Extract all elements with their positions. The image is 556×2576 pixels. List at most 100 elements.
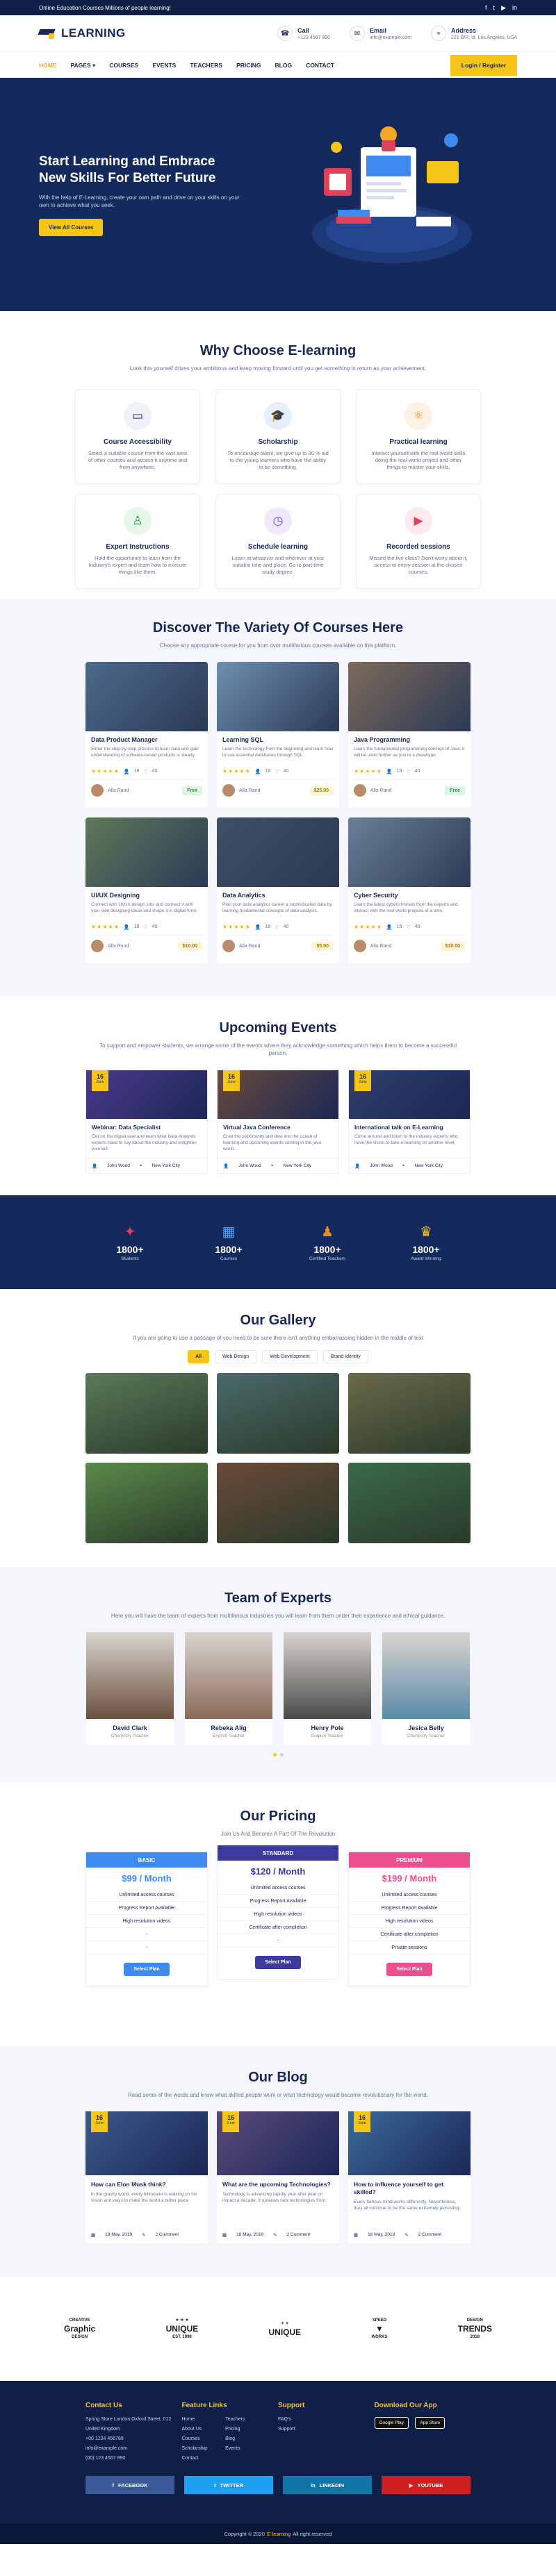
- post-image[interactable]: 16 June: [85, 2111, 208, 2175]
- gallery-filter-tab[interactable]: All: [188, 1350, 210, 1363]
- post-title[interactable]: How can Elon Musk think?: [91, 2181, 202, 2188]
- team-member-card[interactable]: Rebeka Alig English Teacher: [185, 1632, 272, 1745]
- nav-pages[interactable]: PAGES ▾: [71, 62, 96, 69]
- footer-link[interactable]: Teachers: [225, 2415, 245, 2425]
- contact-address[interactable]: ⌖ Address 221 B/R, st. Los Angeles, USA: [431, 26, 517, 41]
- event-title[interactable]: International talk on E-Learning: [354, 1124, 464, 1131]
- app-store-button[interactable]: App Store: [415, 2417, 445, 2429]
- blog-post-card[interactable]: 16 June How to influence yourself to get s…: [348, 2111, 471, 2243]
- course-card[interactable]: Java Programming Learn the fundamental pr…: [348, 662, 471, 808]
- footer-link[interactable]: Contact: [182, 2454, 208, 2463]
- gallery-image[interactable]: [348, 1373, 471, 1454]
- nav-pricing[interactable]: PRICING: [236, 62, 261, 69]
- linkedin-icon[interactable]: in: [512, 4, 517, 12]
- facebook-icon[interactable]: f: [485, 4, 487, 12]
- view-courses-button[interactable]: View All Courses: [39, 218, 104, 236]
- partner-logo[interactable]: SPEED ▼ WORKS: [371, 2317, 387, 2341]
- event-image[interactable]: 16 June: [86, 1070, 207, 1119]
- event-image[interactable]: 16 June: [349, 1070, 470, 1119]
- carousel-dot[interactable]: [279, 1753, 284, 1756]
- course-title[interactable]: Cyber Security: [354, 892, 465, 899]
- feature-card[interactable]: 🎓 Scholarship To encourage talent, we give…: [215, 389, 341, 484]
- course-card[interactable]: Data Analytics Plan your data analytics c…: [217, 817, 339, 963]
- gallery-image[interactable]: [85, 1373, 208, 1454]
- course-title[interactable]: Data Analytics: [222, 892, 334, 899]
- logo[interactable]: LEARNING: [38, 26, 126, 40]
- youtube-icon[interactable]: ▶: [501, 4, 506, 12]
- course-image[interactable]: [217, 662, 339, 731]
- post-title[interactable]: What are the upcoming Technologies?: [222, 2181, 334, 2188]
- course-image[interactable]: [85, 662, 208, 731]
- post-comments[interactable]: 2 Comment: [156, 2232, 179, 2238]
- gallery-filter-tab[interactable]: Web Development: [262, 1350, 318, 1363]
- course-card[interactable]: Data Product Manager Either the step-by-s…: [85, 662, 208, 808]
- event-image[interactable]: 16 June: [218, 1070, 338, 1119]
- event-title[interactable]: Virtual Java Conference: [223, 1124, 333, 1131]
- footer-link[interactable]: Support: [278, 2425, 375, 2434]
- select-plan-button[interactable]: Select Plan: [124, 1963, 170, 1976]
- feature-card[interactable]: ⚛ Practical learning Interact yourself wit…: [356, 389, 481, 484]
- event-card[interactable]: 16 June Webinar: Data Specialist Get on the…: [85, 1070, 208, 1174]
- blog-post-card[interactable]: 16 June How can Elon Musk think? In the gra…: [85, 2111, 208, 2243]
- blog-post-card[interactable]: 16 June What are the upcoming Technologies…: [217, 2111, 339, 2243]
- gallery-image[interactable]: [217, 1373, 339, 1454]
- post-comments[interactable]: 2 Comment: [287, 2232, 311, 2238]
- course-image[interactable]: [85, 817, 208, 887]
- event-title[interactable]: Webinar: Data Specialist: [92, 1124, 202, 1131]
- copyright-brand[interactable]: E-learning: [267, 2531, 291, 2537]
- nav-events[interactable]: EVENTS: [152, 62, 176, 69]
- google-play-button[interactable]: Google Play: [374, 2417, 409, 2429]
- course-title[interactable]: UI/UX Designing: [91, 892, 202, 899]
- nav-courses[interactable]: COURSES: [109, 62, 138, 69]
- footer-link[interactable]: About Us: [182, 2425, 208, 2434]
- footer-link[interactable]: FAQ's: [278, 2415, 375, 2425]
- footer-link[interactable]: Courses: [182, 2434, 208, 2444]
- select-plan-button[interactable]: Select Plan: [255, 1956, 301, 1969]
- gallery-image[interactable]: [85, 1463, 208, 1543]
- footer-link[interactable]: Events: [225, 2444, 245, 2454]
- course-image[interactable]: [348, 662, 471, 731]
- course-title[interactable]: Java Programming: [354, 736, 465, 743]
- social-button-linkedin[interactable]: in LINKEDIN: [283, 2476, 372, 2494]
- team-member-card[interactable]: Henry Pole English Teacher: [284, 1632, 371, 1745]
- carousel-dot[interactable]: [272, 1753, 277, 1756]
- feature-card[interactable]: ▭ Course Accessibility Select a suitable c…: [75, 389, 200, 484]
- feature-card[interactable]: ▶ Recorded sessions Missed the live class?…: [356, 494, 481, 589]
- partner-logo[interactable]: CREATIVE Graphic DESIGN: [64, 2317, 95, 2341]
- nav-home[interactable]: HOME: [39, 62, 57, 69]
- social-button-twitter[interactable]: t TWITTER: [184, 2476, 273, 2494]
- post-image[interactable]: 16 June: [217, 2111, 339, 2175]
- course-image[interactable]: [217, 817, 339, 887]
- course-image[interactable]: [348, 817, 471, 887]
- gallery-image[interactable]: [217, 1463, 339, 1543]
- gallery-filter-tab[interactable]: Brand Identity: [322, 1350, 368, 1363]
- footer-link[interactable]: Home: [182, 2415, 208, 2425]
- contact-email[interactable]: ✉ Email info@example.com: [350, 26, 411, 41]
- partner-logo[interactable]: DESIGN TRENDS 2018: [458, 2317, 492, 2341]
- login-register-button[interactable]: Login / Register: [450, 55, 517, 76]
- course-title[interactable]: Data Product Manager: [91, 736, 202, 743]
- footer-phone-alt[interactable]: (00) 123 4567 890: [85, 2454, 182, 2463]
- feature-card[interactable]: ◷ Schedule learning Learn at whatever and …: [215, 494, 341, 589]
- social-button-facebook[interactable]: f FACEBOOK: [85, 2476, 174, 2494]
- nav-teachers[interactable]: TEACHERS: [190, 62, 222, 69]
- event-card[interactable]: 16 June Virtual Java Conference Grab the op…: [217, 1070, 339, 1174]
- footer-email[interactable]: info@example.com: [85, 2444, 182, 2454]
- gallery-image[interactable]: [348, 1463, 471, 1543]
- select-plan-button[interactable]: Select Plan: [386, 1963, 432, 1976]
- partner-logo[interactable]: ★ ★ ★ UNIQUE EST. 1998: [166, 2317, 199, 2341]
- contact-call[interactable]: ☎ Call +123 4567 890: [277, 26, 330, 41]
- nav-contact[interactable]: CONTACT: [306, 62, 334, 69]
- course-card[interactable]: UI/UX Designing Connect with UI/UX design…: [85, 817, 208, 963]
- footer-link[interactable]: Pricing: [225, 2425, 245, 2434]
- feature-card[interactable]: ♙ Expert Instructions Hold the opportunity…: [75, 494, 200, 589]
- twitter-icon[interactable]: t: [493, 4, 496, 12]
- post-image[interactable]: 16 June: [348, 2111, 471, 2175]
- footer-link[interactable]: Blog: [225, 2434, 245, 2444]
- nav-blog[interactable]: BLOG: [275, 62, 293, 69]
- course-card[interactable]: Learning SQL Learn the technology from th…: [217, 662, 339, 808]
- post-comments[interactable]: 2 Comment: [418, 2232, 442, 2238]
- gallery-filter-tab[interactable]: Web Design: [215, 1350, 257, 1363]
- footer-phone[interactable]: +00 1234 456789: [85, 2434, 182, 2444]
- social-button-youtube[interactable]: ▶ YOUTUBE: [382, 2476, 471, 2494]
